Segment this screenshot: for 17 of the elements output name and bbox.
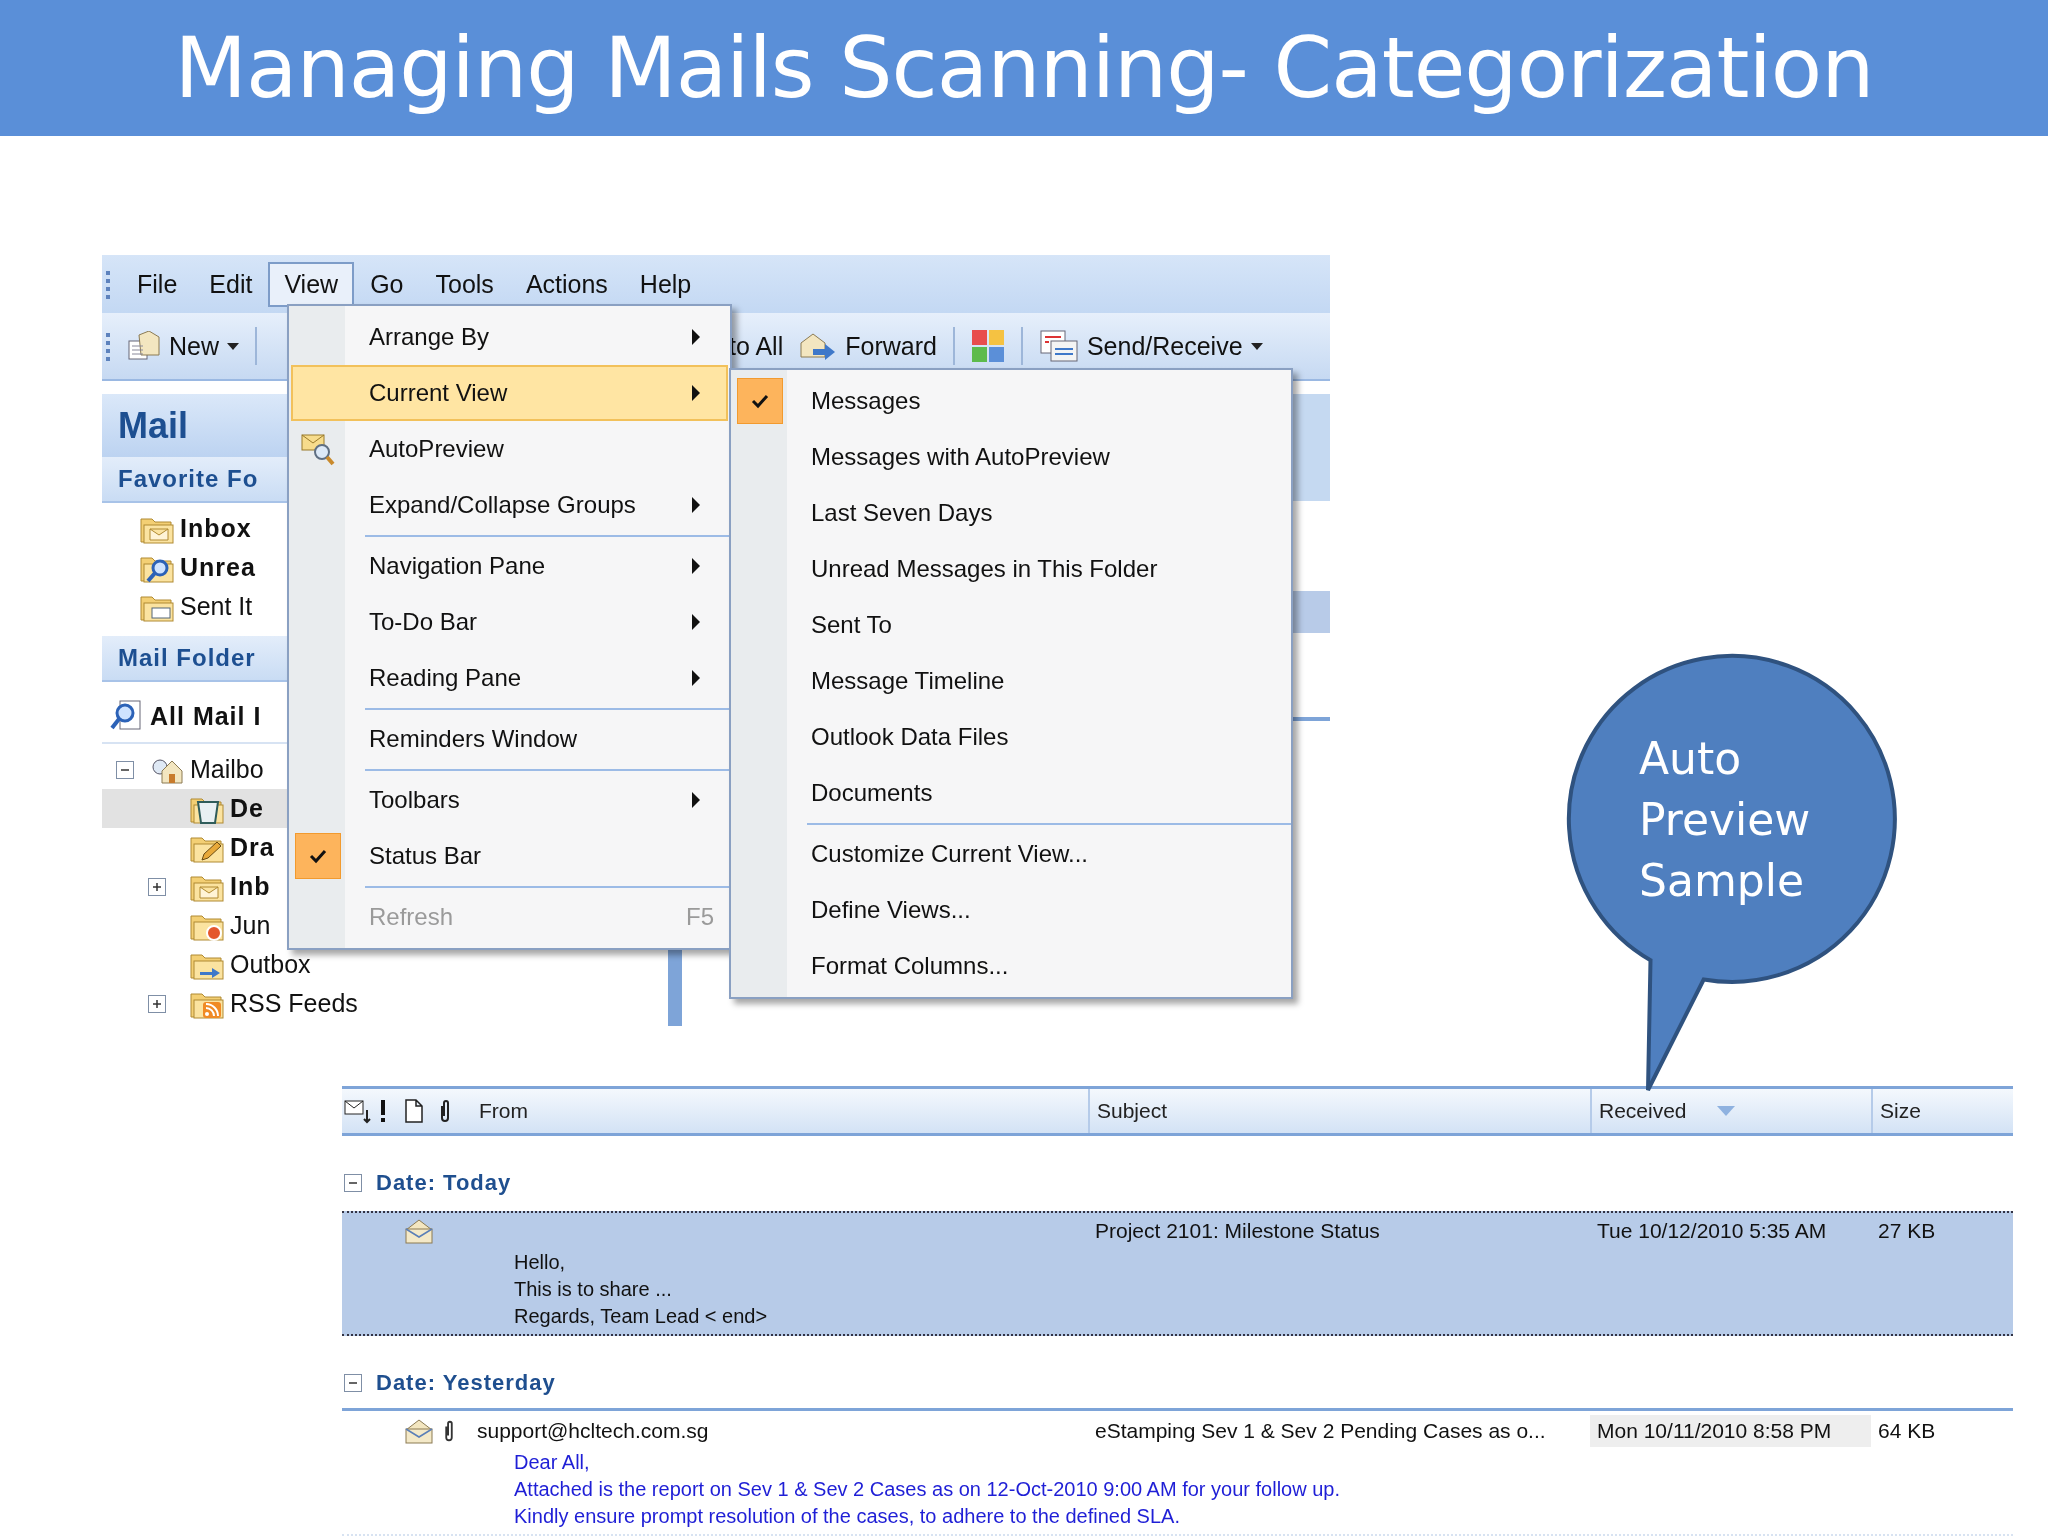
received-cell: Mon 10/11/2010 8:58 PM [1590,1415,1871,1447]
preview-text: Hello, [513,1250,567,1275]
size-cell-text: 27 KB [1877,1218,1937,1244]
received-cell-text: Tue 10/12/2010 5:35 AM [1596,1218,1828,1244]
slide-title: Managing Mails Scanning- Categorization [174,19,1874,117]
group-header: Date: Yesterday [376,1370,556,1396]
subject-cell-text: eStamping Sev 1 & Sev 2 Pending Cases as o... [1094,1418,1547,1444]
sender-cell-text: support@hcltech.com.sg [476,1418,710,1444]
size-cell-text: 64 KB [1877,1418,1937,1444]
preview-text: Kindly ensure prompt resolution of the cases, to adhere to the defined SLA. [513,1504,1181,1529]
preview-text: Regards, Team Lead < end> [513,1304,769,1329]
preview-text: Attached is the report on Sev 1 & Sev 2 Cases as on 12-Oct-2010 9:00 AM for your follow up. [513,1477,1341,1502]
preview-text: Dear All, [513,1450,591,1475]
callout-text: Auto Preview Sample [1639,732,1812,908]
group-header: Date: Today [376,1170,512,1196]
subject-cell-text: Project 2101: Milestone Status [1094,1218,1381,1244]
preview-text: This is to share ... [513,1277,673,1302]
